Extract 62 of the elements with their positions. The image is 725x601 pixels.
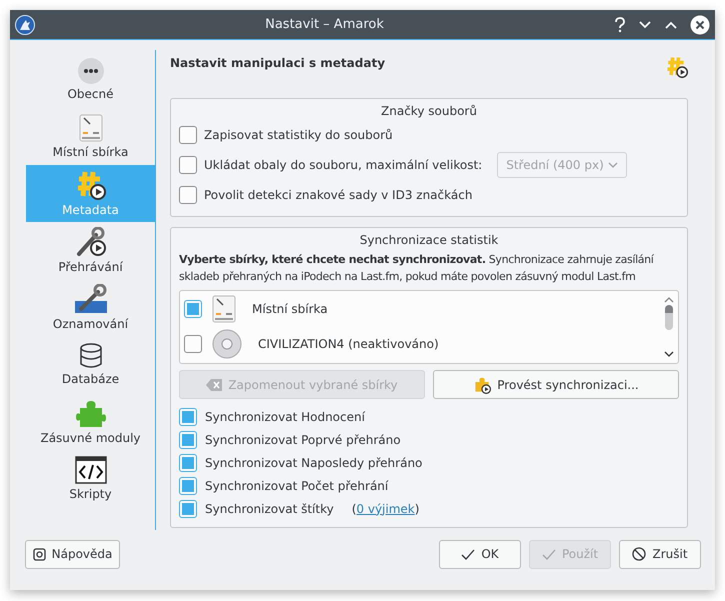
- collection-name[interactable]: CIVILIZATION4 (neaktivováno): [258, 337, 439, 351]
- maximize-icon[interactable]: [664, 20, 678, 30]
- group-title: Značky souborů: [380, 103, 478, 120]
- chevron-down-icon: [608, 162, 618, 168]
- database-icon: [78, 343, 102, 369]
- collection-name[interactable]: Místní sbírka: [252, 302, 328, 316]
- code-icon: [74, 456, 106, 484]
- checkbox-label[interactable]: Synchronizovat štítky: [205, 502, 334, 516]
- sidebar-item[interactable]: Oznamování: [26, 279, 155, 336]
- wrench-panel-icon: [74, 284, 106, 314]
- checkbox-label[interactable]: Synchronizovat Hodnocení: [205, 410, 365, 424]
- sidebar-item[interactable]: Přehrávání: [26, 222, 155, 279]
- scroll-up-icon[interactable]: [664, 297, 674, 303]
- checkbox-label[interactable]: Synchronizovat Poprvé přehráno: [205, 432, 401, 446]
- puzzle-icon: [76, 398, 106, 428]
- drive-icon: [212, 295, 236, 323]
- exceptions-text: (0 výjimek): [352, 502, 420, 516]
- checkbox[interactable]: [179, 454, 197, 472]
- cancel-icon: [632, 547, 646, 561]
- checkbox[interactable]: [179, 126, 197, 144]
- wrench-play-icon: [76, 227, 106, 257]
- checkbox[interactable]: [179, 186, 197, 204]
- ok-button[interactable]: OK: [439, 540, 521, 568]
- check-icon: [461, 548, 476, 560]
- check-icon: [542, 548, 556, 560]
- checkbox[interactable]: [184, 300, 202, 318]
- checkbox[interactable]: [184, 335, 202, 353]
- checkbox[interactable]: [179, 476, 197, 494]
- hash-play-icon: [76, 170, 106, 200]
- hash-play-icon: [666, 56, 688, 78]
- sidebar-item[interactable]: Místní sbírka: [26, 108, 155, 165]
- page-title: Nastavit manipulaci s metadaty: [170, 56, 386, 70]
- group-title: Synchronizace statistik: [358, 232, 500, 249]
- close-icon[interactable]: [690, 14, 710, 34]
- backspace-icon: [206, 378, 222, 390]
- scroll-thumb[interactable]: [665, 304, 673, 330]
- checkbox-label[interactable]: Zapisovat statistiky do souborů: [204, 128, 393, 142]
- disc-icon: [212, 329, 242, 359]
- checkbox-label[interactable]: Povolit detekci znakové sady v ID3 značkách: [204, 188, 472, 202]
- sync-button[interactable]: Provést synchronizaci...: [433, 370, 679, 399]
- description-text: Vyberte sbírky, které chcete nechat synchronizovat. Synchronizace zahrnuje zasílání skladeb přehraných na iPodech na Last.fm, pokud máte povolen zásuvný modul Last.fm: [179, 252, 655, 285]
- minimize-icon[interactable]: [638, 20, 652, 30]
- checkbox[interactable]: [179, 500, 197, 518]
- window-title: Nastavit – Amarok: [264, 17, 385, 32]
- checkbox-label[interactable]: Synchronizovat Počet přehrání: [205, 478, 388, 492]
- sidebar-item[interactable]: Databáze: [26, 336, 155, 393]
- help-button[interactable]: Nápověda: [25, 540, 120, 568]
- checkbox-label[interactable]: Synchronizovat Naposledy přehráno: [205, 456, 422, 470]
- drive-icon: [78, 114, 102, 142]
- cancel-button[interactable]: Zrušit: [619, 540, 701, 568]
- help-icon[interactable]: [614, 16, 626, 32]
- checkbox[interactable]: [179, 430, 197, 448]
- checkbox-label[interactable]: Ukládat obaly do souboru, maximální velikost:: [204, 158, 482, 172]
- checkbox[interactable]: [179, 156, 197, 174]
- exceptions-link[interactable]: 0 výjimek: [356, 502, 415, 516]
- sidebar-item[interactable]: Zásuvné moduly: [26, 393, 155, 450]
- more-icon: [78, 58, 104, 84]
- sidebar-item[interactable]: Obecné: [26, 51, 155, 108]
- puzzle-play-icon: [473, 376, 492, 394]
- scroll-down-icon[interactable]: [664, 351, 674, 357]
- checkbox[interactable]: [179, 408, 197, 426]
- sidebar-item[interactable]: Skripty: [26, 450, 155, 507]
